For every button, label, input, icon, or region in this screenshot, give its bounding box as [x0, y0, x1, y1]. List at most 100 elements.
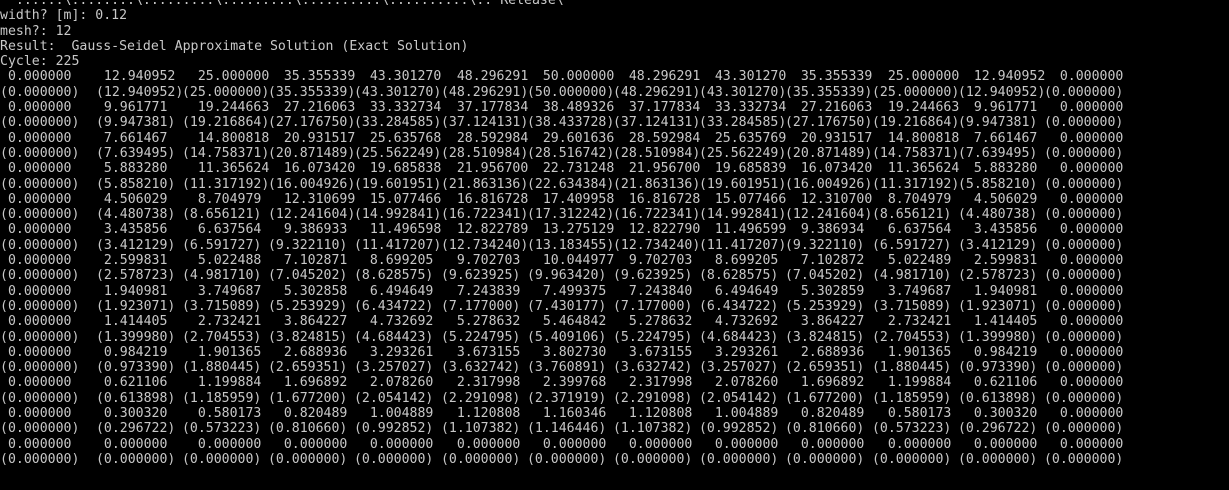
exact-value: (2.578723) [950, 268, 1038, 284]
approx-value: 0.000000 [1036, 222, 1124, 238]
exact-value: (0.000000) [174, 451, 262, 467]
exact-value: (0.000000) [1036, 298, 1124, 314]
exact-value: (5.224795) [433, 329, 521, 345]
exact-value: (28.516742) [519, 145, 615, 161]
approx-value: 33.332734 [346, 100, 442, 116]
exact-value: (0.296722) [950, 421, 1038, 437]
approx-value: 0.000000 [0, 314, 72, 330]
exact-value: (0.992852) [346, 421, 434, 437]
approx-value: 5.883280 [88, 161, 168, 177]
approx-value: 0.000000 [0, 130, 72, 146]
console-window[interactable]: ......\........\.........\.........\....… [0, 0, 1229, 467]
approx-value: 0.820489 [777, 406, 865, 422]
approx-value: 48.296291 [605, 69, 701, 85]
approx-value: 20.931517 [777, 130, 873, 146]
exact-value: (7.045202) [777, 268, 865, 284]
approx-value: 11.365624 [174, 161, 270, 177]
exact-value: (0.000000) [1036, 115, 1124, 131]
approx-value: 11.365624 [864, 161, 960, 177]
exact-value: (28.510984) [605, 145, 701, 161]
exact-value: (0.000000) [1036, 390, 1124, 406]
exact-value: (0.973390) [88, 360, 176, 376]
approx-value: 0.000000 [1036, 253, 1124, 269]
exact-value: (8.628575) [346, 268, 434, 284]
approx-value: 0.000000 [0, 253, 72, 269]
approx-value: 9.961771 [88, 100, 168, 116]
approx-value: 16.073420 [777, 161, 873, 177]
approx-value: 5.302859 [777, 283, 865, 299]
exact-value: (9.322110) [260, 237, 348, 253]
approx-value: 21.956700 [433, 161, 529, 177]
exact-value: (0.000000) [1036, 421, 1124, 437]
approx-value: 5.022489 [864, 253, 952, 269]
approx-value: 0.000000 [0, 283, 72, 299]
approx-value: 0.000000 [1036, 406, 1124, 422]
approx-value: 0.000000 [777, 436, 865, 452]
exact-value: (33.284585) [346, 115, 442, 131]
approx-value: 8.699205 [346, 253, 434, 269]
exact-value: (0.810660) [777, 421, 865, 437]
approx-value: 0.984219 [950, 344, 1038, 360]
approx-value: 0.000000 [1036, 191, 1124, 207]
approx-value: 11.496598 [346, 222, 442, 238]
approx-value: 6.637564 [864, 222, 952, 238]
exact-value: (1.677200) [260, 390, 348, 406]
exact-value: (14.758371) [174, 145, 270, 161]
exact-value: (1.677200) [777, 390, 865, 406]
approx-value: 3.293261 [346, 344, 434, 360]
approx-row: 0.000000 1.414405 2.732421 3.864227 4.73… [0, 314, 1229, 329]
approx-value: 14.800818 [864, 130, 960, 146]
approx-value: 5.464842 [519, 314, 607, 330]
exact-value: (2.054142) [691, 390, 779, 406]
approx-value: 3.864227 [777, 314, 865, 330]
approx-value: 13.275129 [519, 222, 615, 238]
exact-value: (21.863136) [433, 176, 529, 192]
exact-value: (3.824815) [260, 329, 348, 345]
approx-value: 1.199884 [174, 375, 262, 391]
exact-row: (0.000000) (12.940952) (25.000000) (35.3… [0, 85, 1229, 100]
approx-value: 2.317998 [605, 375, 693, 391]
exact-value: (4.981710) [174, 268, 262, 284]
approx-value: 19.685839 [691, 161, 787, 177]
approx-value: 0.000000 [0, 69, 72, 85]
approx-value: 16.816728 [433, 191, 529, 207]
approx-value: 0.000000 [0, 436, 72, 452]
exact-value: (0.000000) [88, 451, 176, 467]
approx-value: 22.731248 [519, 161, 615, 177]
approx-value: 3.293261 [691, 344, 779, 360]
approx-value: 0.580173 [864, 406, 952, 422]
approx-value: 0.984219 [88, 344, 168, 360]
exact-value: (11.417207) [346, 237, 442, 253]
exact-value: (43.301270) [691, 84, 787, 100]
approx-value: 12.310700 [777, 191, 873, 207]
exact-value: (48.296291) [433, 84, 529, 100]
exact-value: (9.947381) [88, 115, 176, 131]
exact-value: (2.371919) [519, 390, 607, 406]
exact-value: (14.992841) [346, 207, 442, 223]
exact-value: (9.947381) [950, 115, 1038, 131]
exact-value: (0.000000) [0, 176, 80, 192]
approx-value: 0.621106 [950, 375, 1038, 391]
exact-value: (19.216864) [174, 115, 270, 131]
approx-value: 15.077466 [346, 191, 442, 207]
exact-value: (6.591727) [174, 237, 262, 253]
approx-value: 7.661467 [88, 130, 168, 146]
exact-value: (17.312242) [519, 207, 615, 223]
exact-value: (8.656121) [864, 207, 952, 223]
approx-value: 7.102872 [777, 253, 865, 269]
exact-value: (12.241604) [260, 207, 356, 223]
exact-value: (0.000000) [519, 451, 607, 467]
approx-value: 0.000000 [174, 436, 262, 452]
approx-value: 19.244663 [174, 100, 270, 116]
approx-value: 43.301270 [691, 69, 787, 85]
exact-value: (2.291098) [433, 390, 521, 406]
exact-value: (0.000000) [0, 298, 80, 314]
approx-value: 3.802730 [519, 344, 607, 360]
exact-value: (11.317192) [864, 176, 960, 192]
exact-value: (3.412129) [88, 237, 176, 253]
exact-value: (0.000000) [0, 360, 80, 376]
approx-value: 0.000000 [0, 100, 72, 116]
exact-value: (6.591727) [864, 237, 952, 253]
console-partial-line: ......\........\.........\.........\....… [0, 0, 564, 8]
exact-value: (1.880445) [174, 360, 262, 376]
